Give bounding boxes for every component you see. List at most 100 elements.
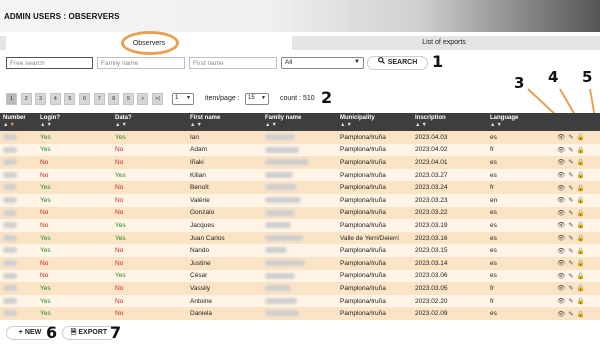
cell-municipality: Pamplona/Iruña (337, 219, 412, 232)
page-button[interactable]: 6 (79, 93, 90, 105)
column-header-first-name[interactable]: First name ▲▼ (187, 113, 262, 131)
eye-icon[interactable]: 👁 (557, 248, 565, 255)
pencil-icon[interactable]: ✎ (568, 210, 573, 217)
sort-arrows-icon[interactable]: ▲▼ (265, 122, 334, 128)
lock-icon[interactable]: 🔒 (577, 159, 585, 166)
search-button[interactable]: SEARCH (367, 56, 428, 70)
lock-icon[interactable]: 🔒 (577, 285, 585, 292)
sort-arrows-icon[interactable]: ▲▼ (190, 122, 259, 128)
lock-icon[interactable]: 🔒 (577, 298, 585, 305)
table-row[interactable]: No Yes Jacques Pamplona/Iruña 2023.03.19 es 👁 ✎… (0, 219, 600, 232)
sort-arrows-icon[interactable]: ▲▼ (340, 122, 409, 128)
lock-icon[interactable]: 🔒 (577, 248, 585, 255)
page-button[interactable]: 8 (108, 93, 120, 105)
pencil-icon[interactable]: ✎ (568, 273, 573, 280)
sort-arrows-icon[interactable]: ▲▼ (3, 122, 34, 128)
pencil-icon[interactable]: ✎ (568, 197, 573, 204)
column-header-inscription[interactable]: Inscription ▲▼ (412, 113, 487, 131)
column-header-number[interactable]: Number ▲▼ (0, 113, 37, 131)
lock-icon[interactable]: 🔒 (577, 210, 585, 217)
table-row[interactable]: Yes Yes Ian Pamplona/Iruña 2023.04.03 es 👁 ✎ 🔒 (0, 131, 600, 144)
lock-icon[interactable]: 🔒 (577, 197, 585, 204)
export-button[interactable]: 🗎 EXPORT (62, 326, 116, 340)
eye-icon[interactable]: 👁 (557, 159, 565, 166)
eye-icon[interactable]: 👁 (557, 235, 565, 242)
eye-icon[interactable]: 👁 (557, 285, 565, 292)
column-header-family-name[interactable]: Family name ▲▼ (262, 113, 337, 131)
lock-icon[interactable]: 🔒 (577, 222, 585, 229)
column-header-municipality[interactable]: Municipality ▲▼ (337, 113, 412, 131)
column-header-language[interactable]: Language ▲▼ (487, 113, 554, 131)
lock-icon[interactable]: 🔒 (577, 185, 585, 192)
table-row[interactable]: No Yes César Pamplona/Iruña 2023.03.06 es 👁 ✎ 🔒 (0, 269, 600, 283)
eye-icon[interactable]: 👁 (557, 273, 565, 280)
table-row[interactable]: Yes Yes Juan Carlos Valle de Yerri/Deierri 2… (0, 231, 600, 245)
table-row[interactable]: Yes No Valérie Pamplona/Iruña 2023.03.23 en 👁 ✎… (0, 193, 600, 207)
lock-icon[interactable]: 🔒 (577, 134, 585, 141)
lock-icon[interactable]: 🔒 (577, 172, 585, 179)
family-name-input[interactable] (97, 57, 185, 69)
sort-arrows-icon[interactable]: ▲▼ (415, 122, 484, 128)
page-button[interactable]: 1 (6, 93, 17, 105)
pencil-icon[interactable]: ✎ (568, 260, 573, 267)
page-select[interactable]: 1 ▼ (172, 93, 194, 105)
page-button[interactable]: 2 (20, 93, 32, 105)
sort-arrows-icon[interactable]: ▲▼ (490, 122, 551, 128)
pencil-icon[interactable]: ✎ (568, 172, 573, 179)
eye-icon[interactable]: 👁 (557, 260, 565, 267)
filter-select[interactable]: All ▼ (281, 57, 364, 69)
eye-icon[interactable]: 👁 (557, 311, 565, 318)
table-row[interactable]: Yes No Nando Pamplona/Iruña 2023.03.15 es 👁 ✎ 🔒 (0, 244, 600, 257)
items-per-page-select[interactable]: 15 ▼ (245, 93, 269, 105)
table-row[interactable]: Yes No Adam Pamplona/Iruña 2023.04.02 fr 👁 ✎ 🔒 (0, 143, 600, 157)
eye-icon[interactable]: 👁 (557, 197, 565, 204)
tab-highlight-ring (121, 31, 179, 55)
column-header-data[interactable]: Data? ▲▼ (112, 113, 187, 131)
pencil-icon[interactable]: ✎ (568, 159, 573, 166)
eye-icon[interactable]: 👁 (557, 222, 565, 229)
page-button[interactable]: > (137, 93, 149, 105)
tab-list-of-exports[interactable]: List of exports (296, 36, 592, 50)
pencil-icon[interactable]: ✎ (568, 248, 573, 255)
lock-icon[interactable]: 🔒 (577, 311, 585, 318)
pencil-icon[interactable]: ✎ (568, 147, 573, 154)
eye-icon[interactable]: 👁 (557, 147, 565, 154)
lock-icon[interactable]: 🔒 (577, 235, 585, 242)
eye-icon[interactable]: 👁 (557, 210, 565, 217)
table-row[interactable]: Yes No Benoît Pamplona/Iruña 2023.03.24 fr 👁 ✎ 🔒 (0, 181, 600, 194)
table-row[interactable]: No No Gonzalo Pamplona/Iruña 2023.03.22 es 👁 ✎ 🔒 (0, 206, 600, 220)
lock-icon[interactable]: 🔒 (577, 260, 585, 267)
page-button[interactable]: 5 (64, 93, 76, 105)
pencil-icon[interactable]: ✎ (568, 311, 573, 318)
column-header-login[interactable]: Login? ▲▼ (37, 113, 112, 131)
free-search-input[interactable] (6, 57, 93, 69)
first-name-input[interactable] (189, 57, 277, 69)
page-button[interactable]: 4 (49, 93, 61, 105)
table-row[interactable]: Yes No Vassily Pamplona/Iruña 2023.03.05 fr 👁 ✎… (0, 282, 600, 295)
pencil-icon[interactable]: ✎ (568, 285, 573, 292)
page-button[interactable]: >| (152, 93, 163, 105)
pencil-icon[interactable]: ✎ (568, 134, 573, 141)
table-row[interactable]: No Yes Kilian Pamplona/Iruña 2023.03.27 es 👁 ✎ 🔒 (0, 168, 600, 182)
table-row[interactable]: No No Iñaki Pamplona/Iruña 2023.04.01 es 👁 ✎ 🔒 (0, 156, 600, 169)
pencil-icon[interactable]: ✎ (568, 185, 573, 192)
eye-icon[interactable]: 👁 (557, 172, 565, 179)
page-button[interactable]: 7 (93, 93, 105, 105)
page-button[interactable]: 9 (122, 93, 134, 105)
redacted-value (3, 134, 17, 141)
lock-icon[interactable]: 🔒 (577, 273, 585, 280)
sort-arrows-icon[interactable]: ▲▼ (40, 122, 109, 128)
pencil-icon[interactable]: ✎ (568, 235, 573, 242)
table-row[interactable]: Yes No Antoine Pamplona/Iruña 2023.02.20 fr 👁 ✎… (0, 294, 600, 308)
table-row[interactable]: No No Justine Pamplona/Iruña 2023.03.14 es 👁 ✎ 🔒 (0, 256, 600, 270)
eye-icon[interactable]: 👁 (557, 298, 565, 305)
redacted-value (265, 285, 291, 292)
eye-icon[interactable]: 👁 (557, 134, 565, 141)
pencil-icon[interactable]: ✎ (568, 222, 573, 229)
table-row[interactable]: Yes No Daniela Pamplona/Iruña 2023.02.09 es 👁 ✎… (0, 307, 600, 320)
eye-icon[interactable]: 👁 (557, 185, 565, 192)
lock-icon[interactable]: 🔒 (577, 147, 585, 154)
sort-arrows-icon[interactable]: ▲▼ (115, 122, 184, 128)
pencil-icon[interactable]: ✎ (568, 298, 573, 305)
page-button[interactable]: 3 (35, 93, 47, 105)
